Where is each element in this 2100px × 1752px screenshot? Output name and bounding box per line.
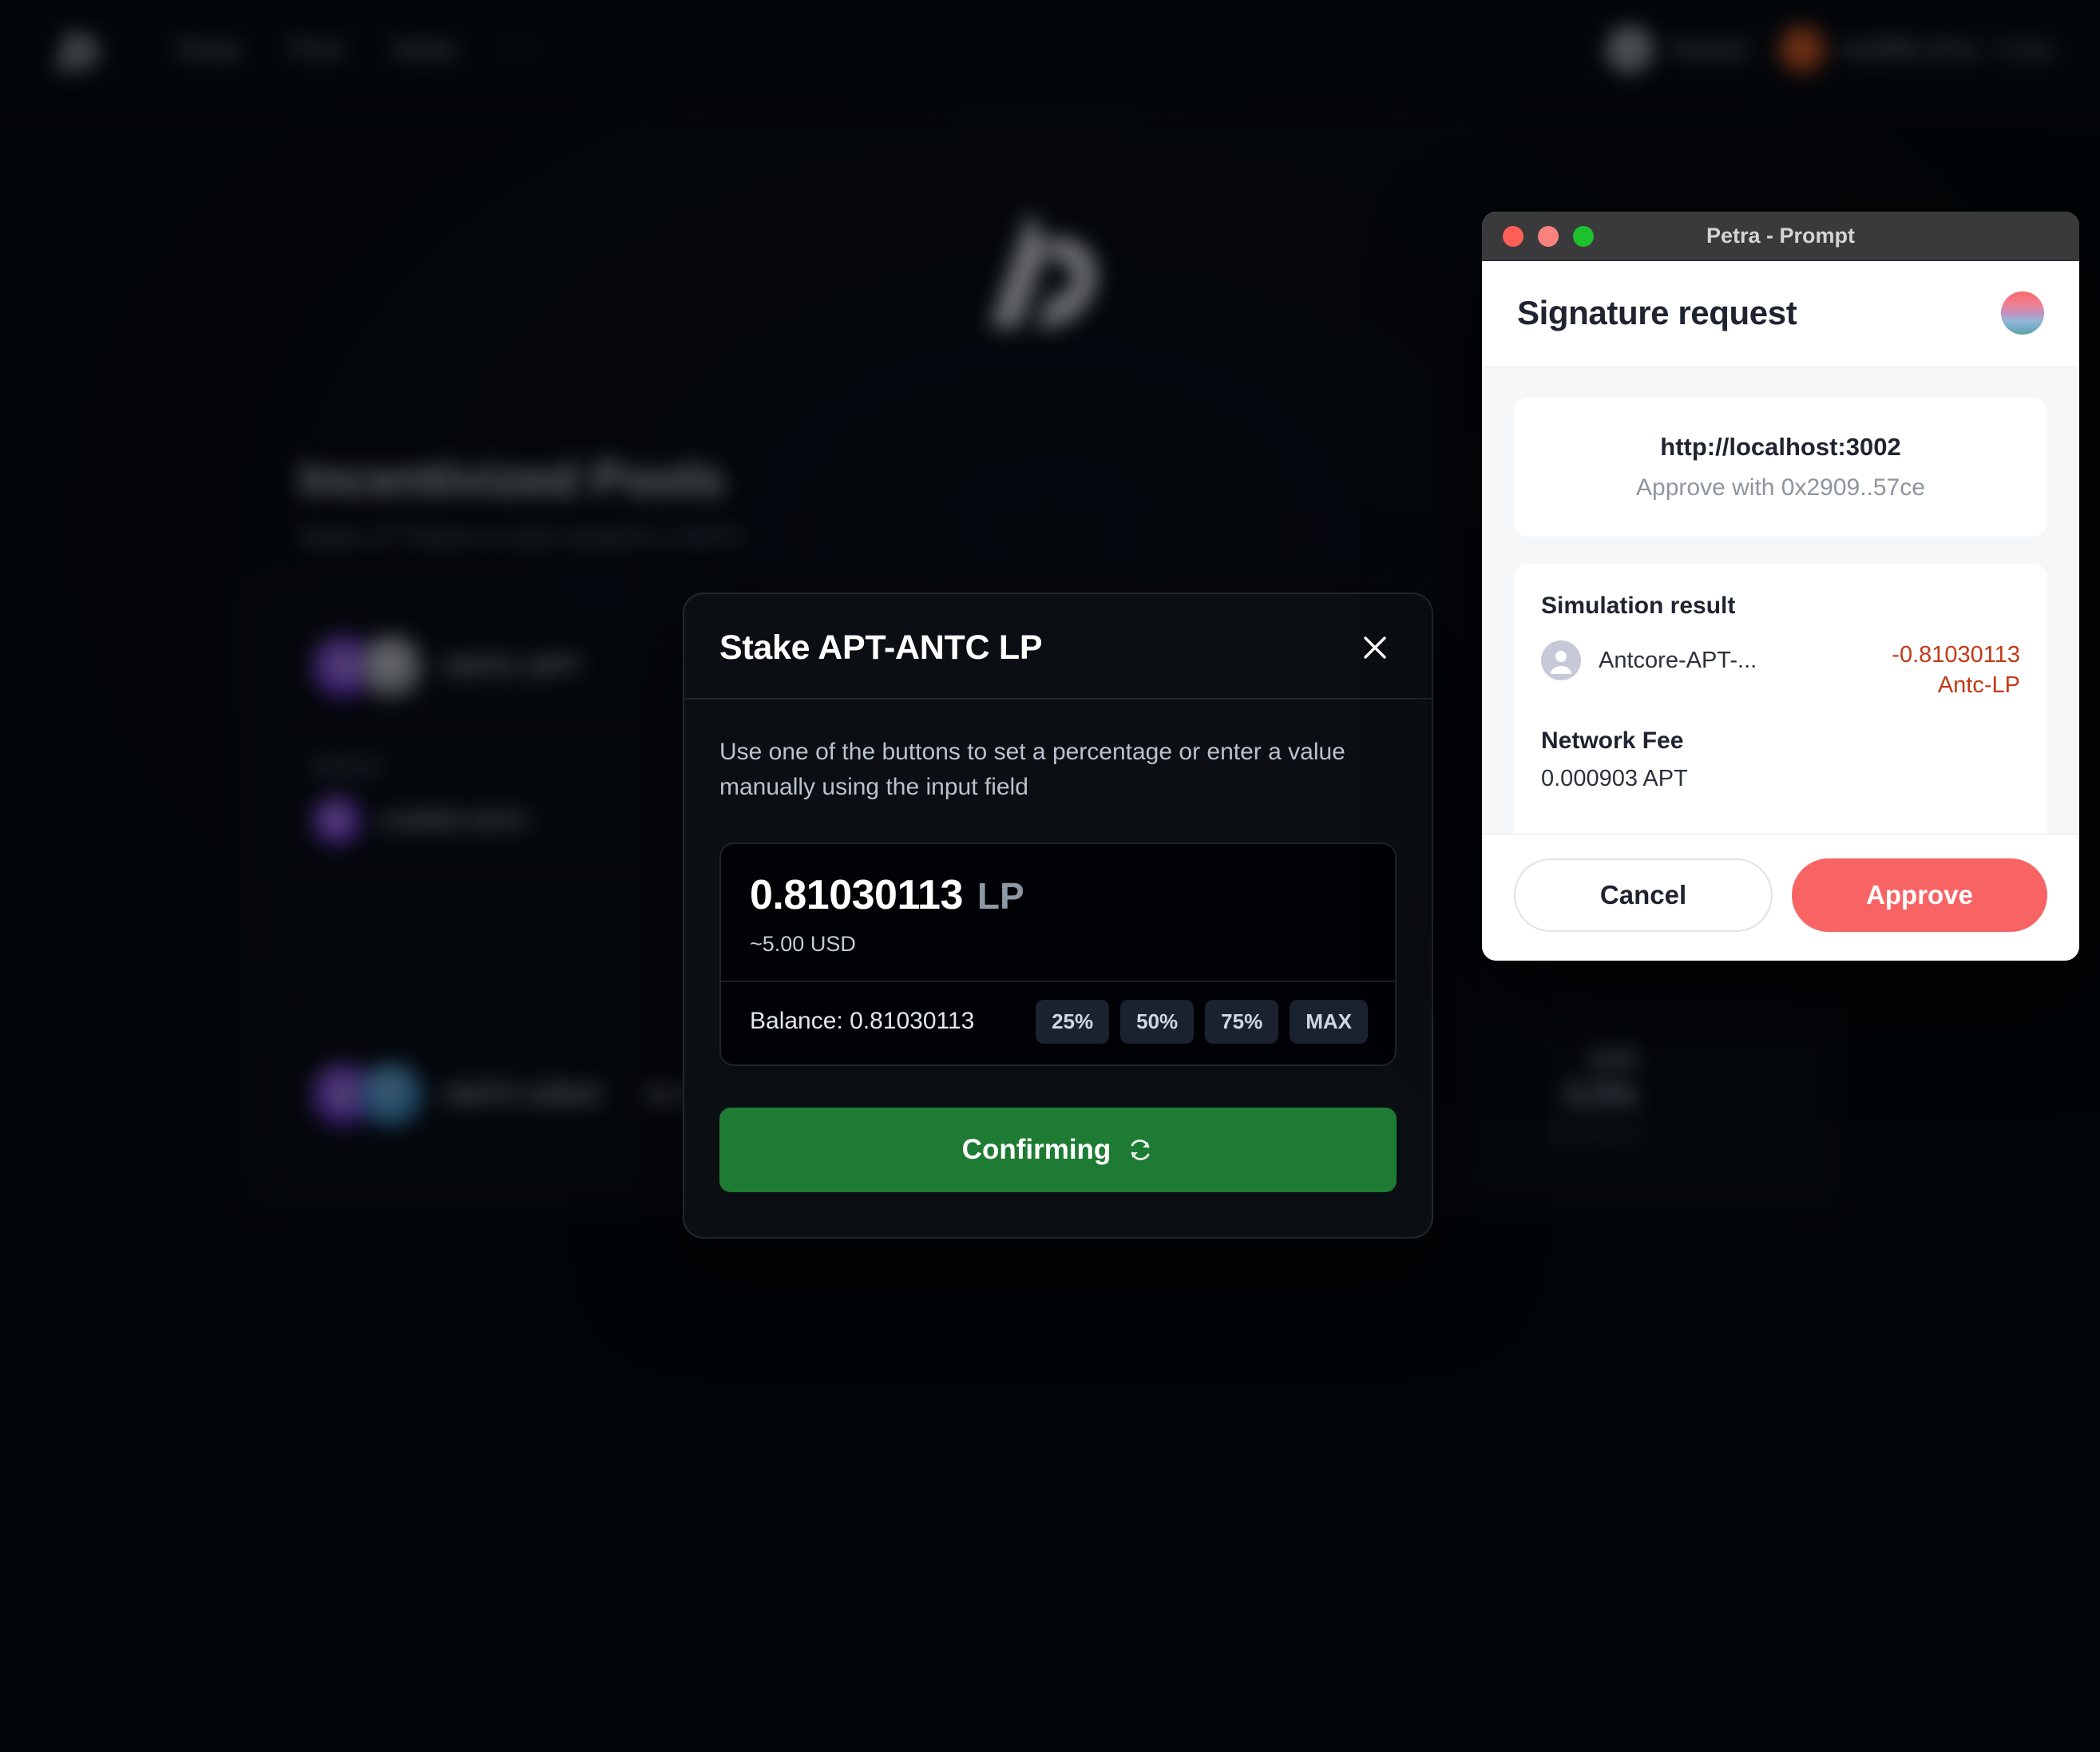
confirming-button[interactable]: Confirming (719, 1107, 1397, 1192)
petra-prompt-window: Petra - Prompt Signature request http://… (1482, 212, 2079, 961)
petra-account-avatar[interactable] (2001, 291, 2044, 335)
origin-url: http://localhost:3002 (1660, 433, 1901, 461)
petra-footer: Cancel Approve (1482, 834, 2079, 961)
petra-header: Signature request (1482, 261, 2079, 367)
close-icon[interactable] (1353, 626, 1397, 669)
raw-sections: Raw writeset ^ Raw events ^ (1514, 818, 2047, 834)
simulation-card: Simulation result Antcore-APT-... -0.810… (1514, 564, 2047, 819)
petra-titlebar[interactable]: Petra - Prompt (1482, 212, 2079, 261)
simulation-asset: Antcore-APT-... (1541, 640, 1757, 680)
percent-max-button[interactable]: MAX (1290, 999, 1368, 1044)
stake-amount-line: 0.81030113 LP (750, 871, 1366, 919)
confirming-button-label: Confirming (961, 1133, 1111, 1165)
stake-help-text: Use one of the buttons to set a percenta… (719, 739, 1345, 801)
stake-balance-text: Balance: 0.81030113 (750, 1008, 975, 1035)
simulation-delta-value: -0.81030113 (1892, 642, 2020, 668)
percent-75-button[interactable]: 75% (1205, 999, 1279, 1044)
stake-amount-usd: ~5.00 USD (750, 931, 856, 956)
stake-amount-footer: Balance: 0.81030113 25% 50% 75% MAX (721, 980, 1395, 1064)
network-fee-label: Network Fee (1541, 727, 1684, 755)
origin-card: http://localhost:3002 Approve with 0x290… (1514, 398, 2047, 537)
petra-content-scroll[interactable]: http://localhost:3002 Approve with 0x290… (1482, 367, 2079, 834)
stake-modal-header: Stake APT-ANTC LP (684, 594, 1432, 700)
raw-writeset-row[interactable]: Raw writeset ^ (1541, 818, 2020, 834)
approve-with-address: Approve with 0x2909..57ce (1636, 474, 1925, 501)
simulation-result-title: Simulation result (1541, 593, 1736, 619)
approve-button[interactable]: Approve (1792, 858, 2047, 932)
percent-button-group: 25% 50% 75% MAX (1036, 999, 1368, 1044)
account-avatar-icon (1541, 640, 1581, 680)
window-traffic-lights (1503, 225, 1594, 247)
simulation-delta-group: -0.81030113 Antc-LP (1892, 640, 2020, 700)
signature-request-heading: Signature request (1517, 294, 1797, 331)
percent-50-button[interactable]: 50% (1120, 999, 1195, 1044)
percent-25-button[interactable]: 25% (1036, 999, 1110, 1044)
stake-modal: Stake APT-ANTC LP Use one of the buttons… (683, 593, 1433, 1239)
stake-modal-title: Stake APT-ANTC LP (719, 628, 1043, 667)
app-root: Swap Pool Stake ··· A Testnet 0x2909..57… (0, 0, 2100, 1752)
window-minimize-icon[interactable] (1538, 225, 1559, 247)
stake-amount-input[interactable]: 0.81030113 (750, 871, 963, 919)
window-close-icon[interactable] (1503, 225, 1523, 247)
simulation-asset-name: Antcore-APT-... (1599, 647, 1757, 673)
simulation-row: Antcore-APT-... -0.81030113 Antc-LP (1541, 640, 2020, 700)
stake-modal-body: Use one of the buttons to set a percenta… (684, 700, 1432, 1237)
stake-amount-box: 0.81030113 LP ~5.00 USD Balance: 0.81030… (719, 842, 1397, 1066)
window-zoom-icon[interactable] (1573, 225, 1594, 247)
cancel-button[interactable]: Cancel (1514, 858, 1773, 932)
stake-amount-unit: LP (977, 874, 1024, 917)
network-fee-value: 0.000903 APT (1541, 766, 1688, 792)
simulation-delta-token: Antc-LP (1937, 672, 2020, 698)
refresh-spinner-icon (1127, 1136, 1154, 1163)
stake-amount-top: 0.81030113 LP ~5.00 USD (721, 844, 1395, 981)
